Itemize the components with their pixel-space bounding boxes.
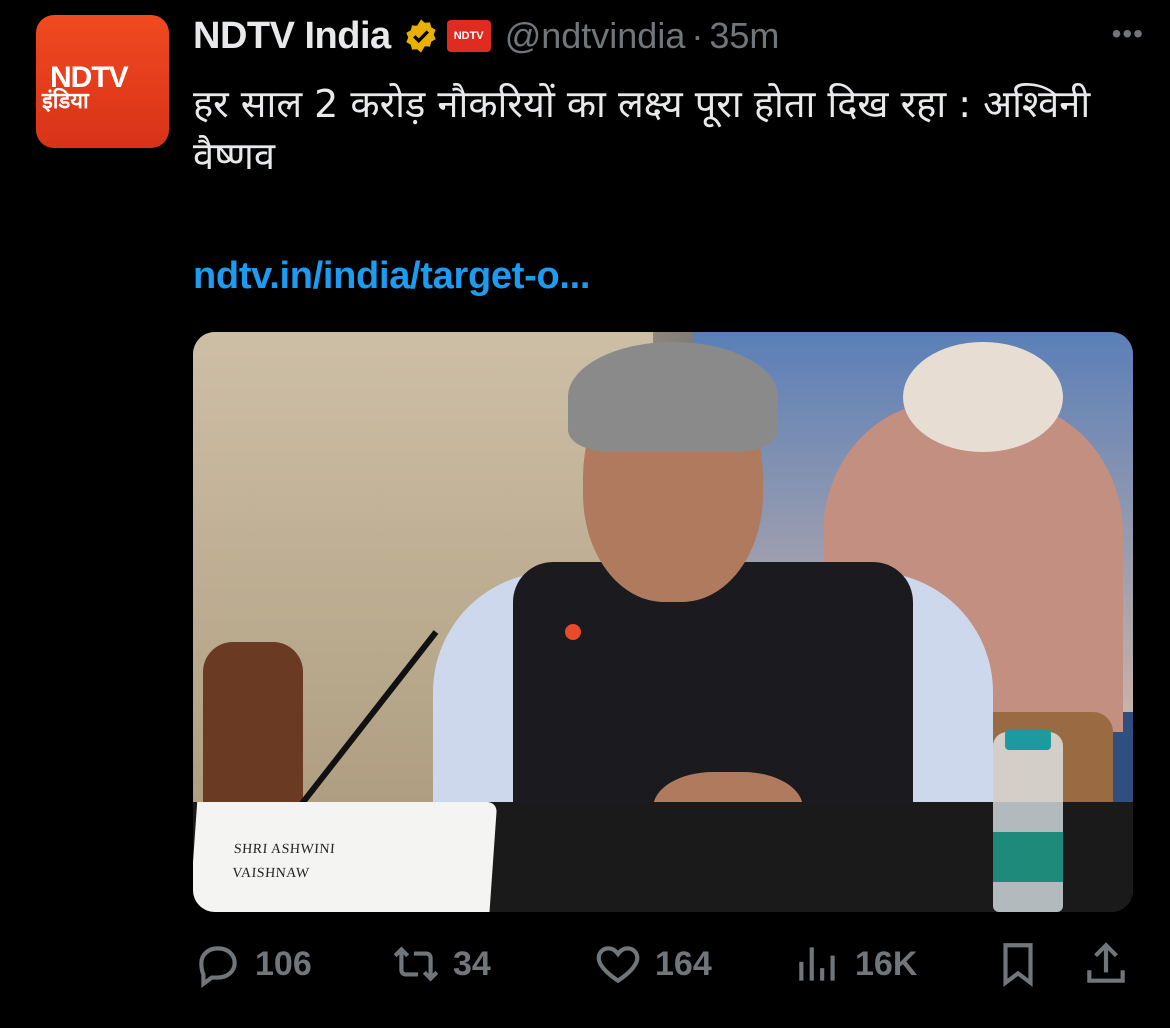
author-handle[interactable]: @ndtvindia (505, 15, 686, 57)
tweet-text: हर साल 2 करोड़ नौकरियों का लक्ष्य पूरा ह… (193, 82, 1091, 178)
photo-man-hair (568, 342, 778, 452)
photo-poster-face (903, 342, 1063, 452)
tweet-actions: 106 34 164 16K (193, 936, 1133, 992)
nameplate-line2: VAISHNAW (231, 866, 311, 881)
photo-water-bottle (993, 732, 1063, 912)
photo-bottle-cap (1005, 730, 1051, 750)
tweet-media-photo[interactable]: SHRI ASHWINI VAISHNAW (193, 332, 1133, 912)
nameplate-line1: SHRI ASHWINI (233, 842, 336, 857)
share-button[interactable] (1081, 936, 1131, 992)
reply-icon (199, 946, 237, 988)
views-count: 16K (855, 944, 918, 983)
share-icon (1087, 942, 1125, 983)
verified-icon (405, 19, 436, 53)
more-options-icon[interactable]: ••• (1112, 18, 1144, 50)
reply-button[interactable]: 106 (193, 936, 312, 992)
separator-dot: · (691, 15, 704, 56)
author-name[interactable]: NDTV India (193, 15, 391, 58)
tweet-link[interactable]: ndtv.in/india/target-o... (193, 255, 590, 298)
repost-count: 34 (453, 944, 491, 983)
photo-nameplate: SHRI ASHWINI VAISHNAW (193, 802, 498, 912)
views-icon (799, 947, 835, 981)
repost-icon (393, 946, 439, 982)
like-count: 164 (655, 944, 712, 983)
photo-bottle-label (993, 832, 1063, 882)
bookmark-button[interactable] (993, 936, 1043, 992)
bookmark-icon (1003, 943, 1033, 987)
avatar-logo-hi: इंडिया (42, 88, 89, 113)
views-button[interactable]: 16K (793, 936, 917, 992)
photo-microphone-tip (565, 624, 581, 640)
like-icon (596, 946, 640, 984)
like-button[interactable]: 164 (593, 936, 712, 992)
reply-count: 106 (255, 944, 312, 983)
timestamp[interactable]: 35m (709, 15, 779, 57)
affiliate-badge[interactable]: NDTV (446, 20, 491, 52)
tweet-header: NDTV India NDTV @ndtvindia · 35m (193, 12, 1130, 60)
avatar[interactable]: NDTV इंडिया (36, 15, 169, 148)
repost-button[interactable]: 34 (391, 936, 491, 992)
